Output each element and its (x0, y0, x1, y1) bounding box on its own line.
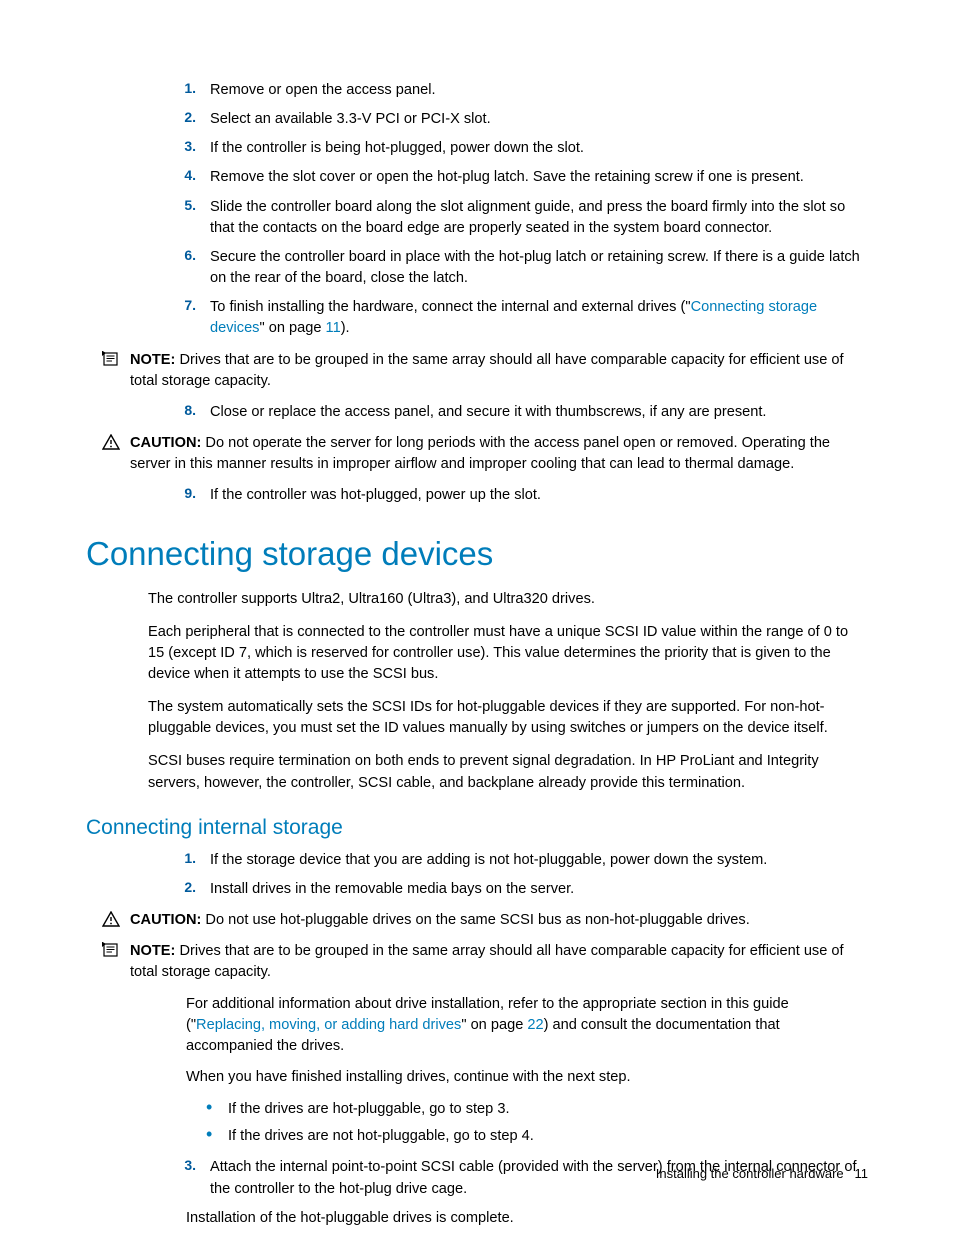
text-segment: ). (341, 320, 350, 336)
step-number: 3. (156, 138, 210, 159)
step-number: 6. (156, 247, 210, 289)
bullet-text: If the drives are not hot-pluggable, go … (228, 1128, 534, 1144)
text-segment: " on page (461, 1017, 527, 1033)
caution-text: Do not operate the server for long perio… (130, 435, 830, 472)
install-steps-list-continued-2: 9. If the controller was hot-plugged, po… (86, 485, 868, 506)
page-number: 11 (855, 1166, 869, 1181)
page-footer: Installing the controller hardware 11 (656, 1166, 868, 1181)
bullet-list: If the drives are hot-pluggable, go to s… (86, 1098, 868, 1147)
body-paragraph: SCSI buses require termination on both e… (86, 751, 868, 793)
install-steps-list-continued: 8. Close or replace the access panel, an… (86, 402, 868, 423)
step-text: Remove the slot cover or open the hot-pl… (210, 167, 868, 188)
step-number: 5. (156, 197, 210, 239)
text-segment: To finish installing the hardware, conne… (210, 299, 691, 315)
list-item: 4. Remove the slot cover or open the hot… (156, 167, 868, 188)
step-text: If the storage device that you are addin… (210, 850, 868, 871)
list-item: 9. If the controller was hot-plugged, po… (156, 485, 868, 506)
page-reference-link[interactable]: 11 (326, 320, 341, 336)
sub-paragraph: Installation of the hot-pluggable drives… (86, 1208, 868, 1229)
step-number: 8. (156, 402, 210, 423)
internal-storage-steps-list: 1. If the storage device that you are ad… (86, 850, 868, 900)
caution-block: CAUTION: Do not operate the server for l… (102, 433, 868, 475)
body-paragraph: The system automatically sets the SCSI I… (86, 697, 868, 739)
step-number: 7. (156, 297, 210, 339)
step-text: Slide the controller board along the slo… (210, 197, 868, 239)
step-number: 4. (156, 167, 210, 188)
step-number: 3. (156, 1157, 210, 1199)
note-body: NOTE: Drives that are to be grouped in t… (124, 350, 868, 392)
step-number: 1. (156, 80, 210, 101)
step-text: To finish installing the hardware, conne… (210, 297, 868, 339)
sub-paragraph: For additional information about drive i… (86, 994, 868, 1057)
page-reference-link[interactable]: 22 (527, 1017, 543, 1033)
note-label: NOTE: (130, 943, 175, 959)
note-icon (102, 941, 124, 958)
note-icon (102, 350, 124, 367)
bullet-item: If the drives are not hot-pluggable, go … (206, 1125, 868, 1148)
step-number: 9. (156, 485, 210, 506)
caution-label: CAUTION: (130, 435, 201, 451)
step-text: If the controller is being hot-plugged, … (210, 138, 868, 159)
caution-body: CAUTION: Do not use hot-pluggable drives… (124, 910, 868, 931)
caution-block: CAUTION: Do not use hot-pluggable drives… (102, 910, 868, 931)
note-block: NOTE: Drives that are to be grouped in t… (102, 941, 868, 983)
document-page: 1. Remove or open the access panel. 2. S… (0, 0, 954, 1235)
install-steps-list: 1. Remove or open the access panel. 2. S… (86, 80, 868, 340)
step-text: Install drives in the removable media ba… (210, 879, 868, 900)
text-segment: " on page (259, 320, 325, 336)
note-text: Drives that are to be grouped in the sam… (130, 352, 844, 389)
note-label: NOTE: (130, 352, 175, 368)
body-paragraph: Each peripheral that is connected to the… (86, 622, 868, 685)
list-item: 5. Slide the controller board along the … (156, 197, 868, 239)
bullet-text: If the drives are hot-pluggable, go to s… (228, 1101, 510, 1117)
step-text: If the controller was hot-plugged, power… (210, 485, 868, 506)
footer-text: Installing the controller hardware (656, 1166, 844, 1181)
list-item: 2. Select an available 3.3-V PCI or PCI-… (156, 109, 868, 130)
caution-body: CAUTION: Do not operate the server for l… (124, 433, 868, 475)
heading-connecting-internal-storage: Connecting internal storage (86, 816, 868, 840)
list-item: 3. If the controller is being hot-plugge… (156, 138, 868, 159)
sub-paragraph: When you have finished installing drives… (86, 1067, 868, 1088)
caution-icon (102, 910, 124, 927)
step-text: Secure the controller board in place wit… (210, 247, 868, 289)
note-body: NOTE: Drives that are to be grouped in t… (124, 941, 868, 983)
note-text: Drives that are to be grouped in the sam… (130, 943, 844, 980)
list-item: 1. Remove or open the access panel. (156, 80, 868, 101)
cross-reference-link[interactable]: Replacing, moving, or adding hard drives (196, 1017, 461, 1033)
list-item: 2. Install drives in the removable media… (156, 879, 868, 900)
list-item: 1. If the storage device that you are ad… (156, 850, 868, 871)
list-item: 8. Close or replace the access panel, an… (156, 402, 868, 423)
step-text: Select an available 3.3-V PCI or PCI-X s… (210, 109, 868, 130)
caution-label: CAUTION: (130, 912, 201, 928)
step-number: 2. (156, 109, 210, 130)
body-paragraph: The controller supports Ultra2, Ultra160… (86, 589, 868, 610)
step-text: Close or replace the access panel, and s… (210, 402, 868, 423)
caution-icon (102, 433, 124, 450)
caution-text: Do not use hot-pluggable drives on the s… (201, 912, 749, 928)
bullet-item: If the drives are hot-pluggable, go to s… (206, 1098, 868, 1121)
step-number: 1. (156, 850, 210, 871)
step-number: 2. (156, 879, 210, 900)
note-block: NOTE: Drives that are to be grouped in t… (102, 350, 868, 392)
list-item: 6. Secure the controller board in place … (156, 247, 868, 289)
heading-connecting-storage-devices: Connecting storage devices (86, 535, 868, 573)
step-text: Remove or open the access panel. (210, 80, 868, 101)
list-item: 7. To finish installing the hardware, co… (156, 297, 868, 339)
